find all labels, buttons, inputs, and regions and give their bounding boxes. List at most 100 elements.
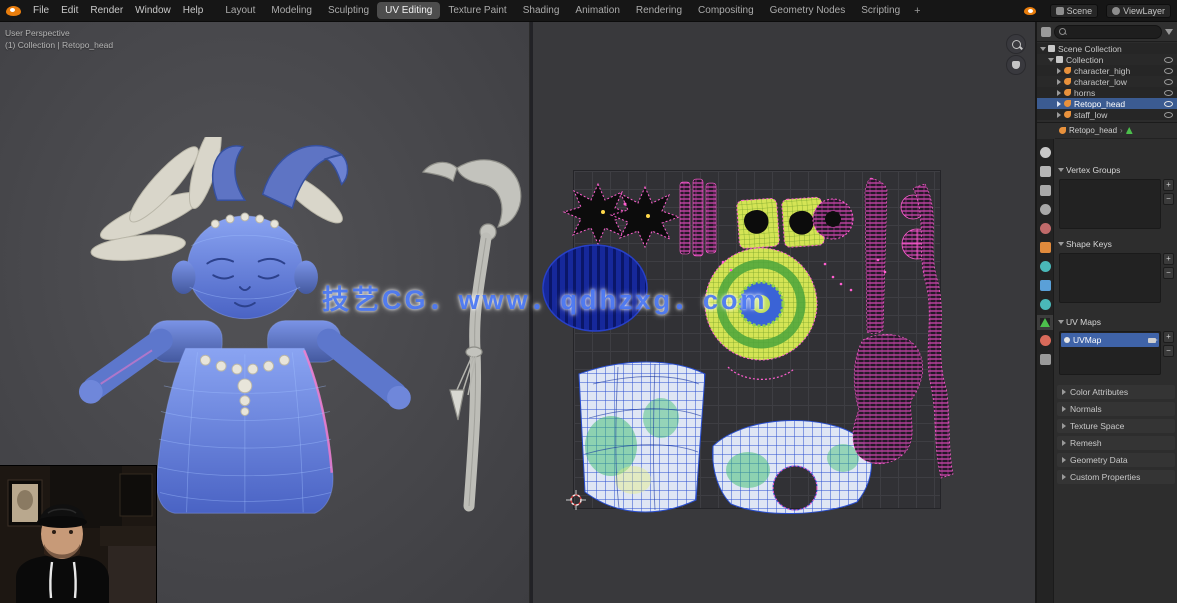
menu-file[interactable]: File bbox=[27, 3, 55, 18]
section-custom-properties[interactable]: Custom Properties bbox=[1057, 470, 1175, 484]
output-tab-icon[interactable] bbox=[1040, 185, 1051, 196]
outliner-row[interactable]: horns bbox=[1037, 87, 1177, 98]
vertex-groups-list[interactable] bbox=[1059, 179, 1161, 229]
breadcrumb-object[interactable]: Retopo_head bbox=[1069, 126, 1117, 135]
menu-edit[interactable]: Edit bbox=[55, 3, 84, 18]
tool-tab-icon[interactable] bbox=[1040, 147, 1051, 158]
disclosure-icon[interactable] bbox=[1057, 79, 1061, 85]
workspace-tab-layout[interactable]: Layout bbox=[217, 2, 263, 19]
scene-selector[interactable]: Scene bbox=[1050, 4, 1099, 18]
mesh-object-icon bbox=[1064, 67, 1071, 74]
workspace-tab-sculpting[interactable]: Sculpting bbox=[320, 2, 377, 19]
properties-tab-strip bbox=[1037, 139, 1054, 603]
add-workspace-button[interactable]: + bbox=[908, 3, 926, 19]
remove-button[interactable]: − bbox=[1163, 345, 1174, 357]
webcam-video bbox=[0, 466, 156, 603]
material-tab-icon[interactable] bbox=[1040, 335, 1051, 346]
render-camera-icon[interactable] bbox=[1148, 338, 1156, 343]
properties-breadcrumb: Retopo_head › bbox=[1055, 123, 1177, 139]
staff-model[interactable] bbox=[402, 150, 532, 520]
view-layer-tab-icon[interactable] bbox=[1040, 204, 1051, 215]
workspace-tab-texture-paint[interactable]: Texture Paint bbox=[440, 2, 514, 19]
eye-icon[interactable] bbox=[1164, 112, 1173, 118]
uv-island-disc bbox=[705, 248, 817, 379]
outliner-editor-icon[interactable] bbox=[1041, 27, 1051, 37]
workspace-tab-uv-editing[interactable]: UV Editing bbox=[377, 2, 440, 19]
shape-keys-list[interactable] bbox=[1059, 253, 1161, 303]
add-button[interactable]: + bbox=[1163, 331, 1174, 343]
disclosure-icon bbox=[1062, 423, 1066, 429]
menu-window[interactable]: Window bbox=[129, 3, 177, 18]
view-layer-name: ViewLayer bbox=[1123, 6, 1165, 16]
eye-icon[interactable] bbox=[1164, 90, 1173, 96]
topbar: File Edit Render Window Help Layout Mode… bbox=[0, 0, 1177, 22]
outliner-search[interactable] bbox=[1054, 25, 1162, 39]
section-uv-maps[interactable]: UV Maps bbox=[1059, 317, 1101, 327]
workspace-tab-scripting[interactable]: Scripting bbox=[853, 2, 908, 19]
menu-render[interactable]: Render bbox=[84, 3, 129, 18]
outliner-row[interactable]: Collection bbox=[1037, 54, 1177, 65]
uv-island-skirt bbox=[579, 362, 705, 512]
section-normals[interactable]: Normals bbox=[1057, 402, 1175, 416]
uv-editor[interactable] bbox=[530, 22, 1035, 603]
mesh-data-icon bbox=[1126, 127, 1133, 134]
disclosure-icon bbox=[1062, 406, 1066, 412]
section-color-attributes[interactable]: Color Attributes bbox=[1057, 385, 1175, 399]
object-tab-icon[interactable] bbox=[1040, 242, 1051, 253]
eye-icon[interactable] bbox=[1164, 79, 1173, 85]
disclosure-icon[interactable] bbox=[1057, 90, 1061, 96]
workspace-tab-animation[interactable]: Animation bbox=[567, 2, 627, 19]
outliner-row[interactable]: character_high bbox=[1037, 65, 1177, 76]
section-shape-keys[interactable]: Shape Keys bbox=[1059, 239, 1112, 249]
add-button[interactable]: + bbox=[1163, 253, 1174, 265]
uv-island-tall-strip bbox=[865, 178, 887, 334]
remove-button[interactable]: − bbox=[1163, 267, 1174, 279]
remove-button[interactable]: − bbox=[1163, 193, 1174, 205]
menu-help[interactable]: Help bbox=[177, 3, 210, 18]
texture-tab-icon[interactable] bbox=[1040, 354, 1051, 365]
scene-icon bbox=[1056, 7, 1064, 15]
uv-maps-list[interactable]: UVMap bbox=[1059, 331, 1161, 375]
world-tab-icon[interactable] bbox=[1040, 223, 1051, 234]
uv-map-item-selected[interactable]: UVMap bbox=[1061, 333, 1159, 347]
disclosure-icon[interactable] bbox=[1057, 101, 1061, 107]
section-remesh[interactable]: Remesh bbox=[1057, 436, 1175, 450]
disclosure-icon[interactable] bbox=[1040, 47, 1046, 51]
workspace-tab-compositing[interactable]: Compositing bbox=[690, 2, 762, 19]
blender-logo-icon[interactable] bbox=[6, 6, 21, 16]
particles-tab-icon[interactable] bbox=[1040, 299, 1051, 310]
workspace-tab-modeling[interactable]: Modeling bbox=[263, 2, 320, 19]
add-button[interactable]: + bbox=[1163, 179, 1174, 191]
modifiers-tab-icon[interactable] bbox=[1040, 280, 1051, 291]
uv-islands[interactable] bbox=[533, 22, 1038, 603]
object-icon bbox=[1059, 127, 1066, 134]
workspace-tab-geometry-nodes[interactable]: Geometry Nodes bbox=[762, 2, 854, 19]
disclosure-icon[interactable] bbox=[1048, 58, 1054, 62]
eye-icon[interactable] bbox=[1164, 57, 1173, 63]
physics-tab-icon[interactable] bbox=[1040, 261, 1051, 272]
pan-gizmo-button[interactable] bbox=[1006, 55, 1026, 75]
disclosure-icon[interactable] bbox=[1057, 68, 1061, 74]
section-geometry-data[interactable]: Geometry Data bbox=[1057, 453, 1175, 467]
uv-island-strips bbox=[680, 179, 716, 256]
filter-icon[interactable] bbox=[1165, 29, 1173, 35]
section-texture-space[interactable]: Texture Space bbox=[1057, 419, 1175, 433]
workspace-tab-rendering[interactable]: Rendering bbox=[628, 2, 690, 19]
object-data-tab-icon-active[interactable] bbox=[1040, 318, 1050, 327]
outliner-row[interactable]: staff_low bbox=[1037, 109, 1177, 120]
eye-icon[interactable] bbox=[1164, 68, 1173, 74]
section-vertex-groups[interactable]: Vertex Groups bbox=[1059, 165, 1120, 175]
outliner-row-selected[interactable]: Retopo_head bbox=[1037, 98, 1177, 109]
uv-2d-cursor bbox=[566, 490, 586, 510]
outliner-row[interactable]: Scene Collection bbox=[1037, 43, 1177, 54]
disclosure-icon[interactable] bbox=[1057, 112, 1061, 118]
properties-content: Retopo_head › Vertex Groups + − Sh bbox=[1055, 123, 1177, 603]
outliner-search-input[interactable] bbox=[1069, 27, 1157, 36]
workspace-tab-shading[interactable]: Shading bbox=[515, 2, 568, 19]
render-tab-icon[interactable] bbox=[1040, 166, 1051, 177]
uv-island-vine bbox=[913, 184, 953, 478]
view-layer-selector[interactable]: ViewLayer bbox=[1106, 4, 1171, 18]
zoom-gizmo-button[interactable] bbox=[1006, 34, 1026, 54]
eye-icon[interactable] bbox=[1164, 101, 1173, 107]
outliner-row[interactable]: character_low bbox=[1037, 76, 1177, 87]
